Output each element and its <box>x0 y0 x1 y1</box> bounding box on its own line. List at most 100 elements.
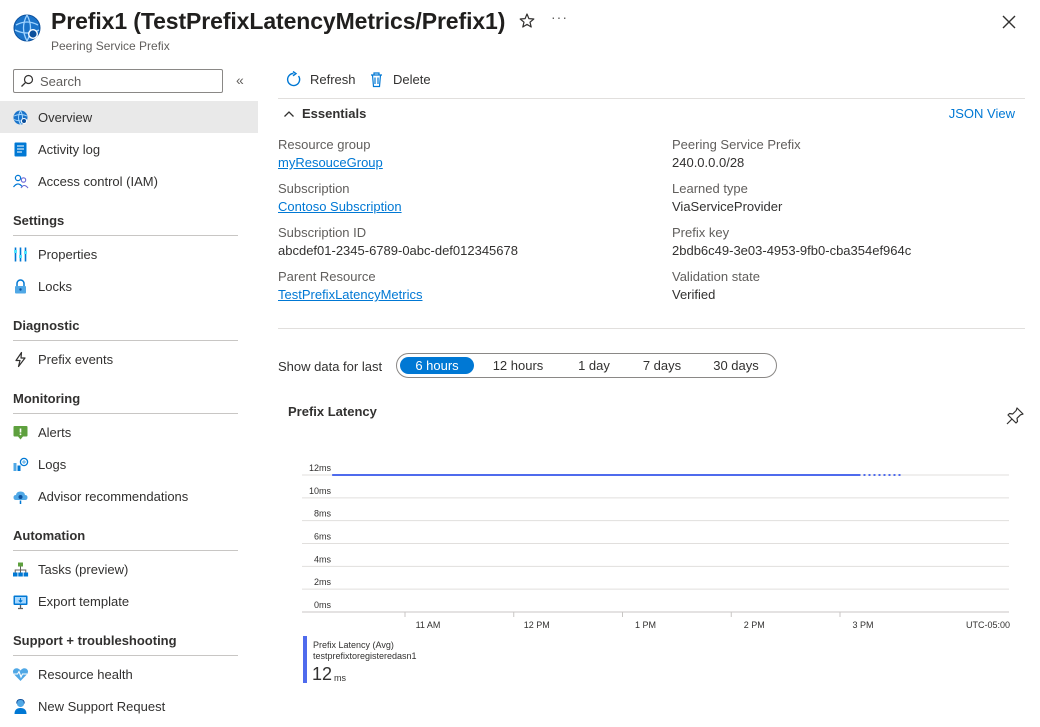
globe-icon <box>12 109 29 126</box>
y-tick-label: 2ms <box>314 577 332 587</box>
essentials-label: Prefix key <box>672 225 730 240</box>
collapse-sidebar-button[interactable]: « <box>236 72 244 88</box>
sidebar-item-label: Properties <box>38 246 98 262</box>
sidebar-item-label: Tasks (preview) <box>38 561 129 577</box>
sidebar-item-tasks-preview[interactable]: Tasks (preview) <box>0 553 258 585</box>
x-tick-label: 1 PM <box>635 620 656 630</box>
resource-group-link[interactable]: myResouceGroup <box>278 155 383 170</box>
sidebar-item-access-control-iam[interactable]: Access control (IAM) <box>0 165 258 197</box>
parent-resource-link[interactable]: TestPrefixLatencyMetrics <box>278 287 423 302</box>
range-option-7-days[interactable]: 7 days <box>631 357 693 374</box>
sidebar-item-label: New Support Request <box>38 698 166 714</box>
essentials-label: Learned type <box>672 181 748 196</box>
sidebar-item-label: Activity log <box>38 141 101 157</box>
close-icon[interactable] <box>1000 13 1018 31</box>
pin-icon[interactable] <box>1005 406 1025 426</box>
y-tick-label: 10ms <box>309 486 332 496</box>
sidebar-item-label: Prefix events <box>38 351 114 367</box>
refresh-icon <box>286 71 301 87</box>
more-options-button[interactable]: ··· <box>551 9 568 25</box>
legend-value: 12 <box>312 664 333 684</box>
sidebar-item-label: Resource health <box>38 666 133 682</box>
sidebar-item-overview[interactable]: Overview <box>0 101 258 133</box>
refresh-button[interactable]: Refresh <box>285 71 356 88</box>
sidebar-item-label: Access control (IAM) <box>38 173 158 189</box>
sidebar-item-advisor-recommendations[interactable]: Advisor recommendations <box>0 480 258 512</box>
essentials-label: Validation state <box>672 269 760 284</box>
y-tick-label: 8ms <box>314 509 332 519</box>
sidebar-item-activity-log[interactable]: Activity log <box>0 133 258 165</box>
sidebar-section-diagnostic: Diagnostic <box>13 318 238 341</box>
activity-log-icon <box>12 141 29 158</box>
x-tick-label: 11 AM <box>416 620 441 630</box>
time-range-label: Show data for last <box>278 359 383 374</box>
sidebar-item-prefix-events[interactable]: Prefix events <box>0 343 258 375</box>
export-icon <box>12 593 29 610</box>
sidebar-section-settings: Settings <box>13 213 238 236</box>
json-view-link[interactable]: JSON View <box>949 106 1015 121</box>
peering-prefix-icon <box>13 14 41 42</box>
search-input[interactable] <box>40 73 220 89</box>
legend-color-bar <box>303 636 307 683</box>
range-option-30-days[interactable]: 30 days <box>700 357 772 374</box>
subscription-id-value: abcdef01-2345-6789-0abc-def012345678 <box>278 243 518 258</box>
support-icon <box>12 698 29 715</box>
x-tick-label: 12 PM <box>524 620 550 630</box>
delete-button[interactable]: Delete <box>368 71 431 88</box>
timezone-label: UTC-05:00 <box>966 620 1010 630</box>
sidebar-item-alerts[interactable]: Alerts <box>0 416 258 448</box>
essentials-label: Subscription ID <box>278 225 367 240</box>
people-icon <box>12 173 29 190</box>
essentials-label: Subscription <box>278 181 350 196</box>
sidebar-section-monitoring: Monitoring <box>13 391 238 414</box>
sidebar-item-properties[interactable]: Properties <box>0 238 258 270</box>
prefix-key-value: 2bdb6c49-3e03-4953-9fb0-cba354ef964c <box>672 243 912 258</box>
x-tick-label: 3 PM <box>852 620 873 630</box>
essentials-label: Resource group <box>278 137 371 152</box>
trash-icon <box>371 72 382 88</box>
sidebar-section-support-troubleshooting: Support + troubleshooting <box>13 633 238 656</box>
tasks-icon <box>12 561 29 578</box>
essentials-toggle[interactable]: Essentials <box>283 106 366 121</box>
search-icon <box>21 74 34 87</box>
y-tick-label: 0ms <box>314 600 332 610</box>
sidebar-item-label: Logs <box>38 456 67 472</box>
y-tick-label: 6ms <box>314 532 332 542</box>
validation-state-value: Verified <box>672 287 716 302</box>
properties-icon <box>12 246 29 263</box>
sidebar-item-locks[interactable]: Locks <box>0 270 258 302</box>
sidebar-item-new-support-request[interactable]: New Support Request <box>0 690 258 722</box>
sidebar-section-automation: Automation <box>13 528 238 551</box>
peering-service-prefix-value: 240.0.0.0/28 <box>672 155 745 170</box>
heart-icon <box>12 666 29 683</box>
range-option-6-hours[interactable]: 6 hours <box>400 357 474 374</box>
logs-icon <box>12 456 29 473</box>
sidebar-item-export-template[interactable]: Export template <box>0 585 258 617</box>
chevron-up-icon <box>284 110 294 117</box>
range-option-1-day[interactable]: 1 day <box>563 357 625 374</box>
sidebar-item-label: Export template <box>38 593 130 609</box>
sidebar-item-resource-health[interactable]: Resource health <box>0 658 258 690</box>
sidebar-item-label: Overview <box>38 109 93 125</box>
latency-chart: 0ms 2ms 4ms 6ms 8ms 10ms 12ms 11 AM 12 PM 1 PM 2 P… <box>302 463 1010 630</box>
sidebar-item-logs[interactable]: Logs <box>0 448 258 480</box>
legend-unit: ms <box>334 673 346 683</box>
advisor-icon <box>12 488 29 505</box>
delete-label: Delete <box>393 72 431 87</box>
essentials-label: Parent Resource <box>278 269 376 284</box>
toolbar-divider <box>278 98 1025 99</box>
favorite-star-icon[interactable] <box>518 12 536 30</box>
x-tick-label: 2 PM <box>744 620 765 630</box>
chart-title: Prefix Latency <box>288 404 377 419</box>
time-range-selector: 6 hours 12 hours 1 day 7 days 30 days <box>396 353 777 378</box>
range-option-12-hours[interactable]: 12 hours <box>482 357 554 374</box>
essentials-title: Essentials <box>302 106 367 121</box>
legend-series-name: Prefix Latency (Avg) <box>313 640 394 650</box>
lightning-icon <box>12 351 29 368</box>
search-box[interactable] <box>13 69 223 93</box>
page-title: Prefix1 (TestPrefixLatencyMetrics/Prefix… <box>51 8 506 34</box>
subscription-link[interactable]: Contoso Subscription <box>278 199 402 214</box>
sidebar-item-label: Locks <box>38 278 72 294</box>
refresh-label: Refresh <box>310 72 356 87</box>
legend-series-resource: testprefixtoregisteredasn1 <box>313 651 417 661</box>
